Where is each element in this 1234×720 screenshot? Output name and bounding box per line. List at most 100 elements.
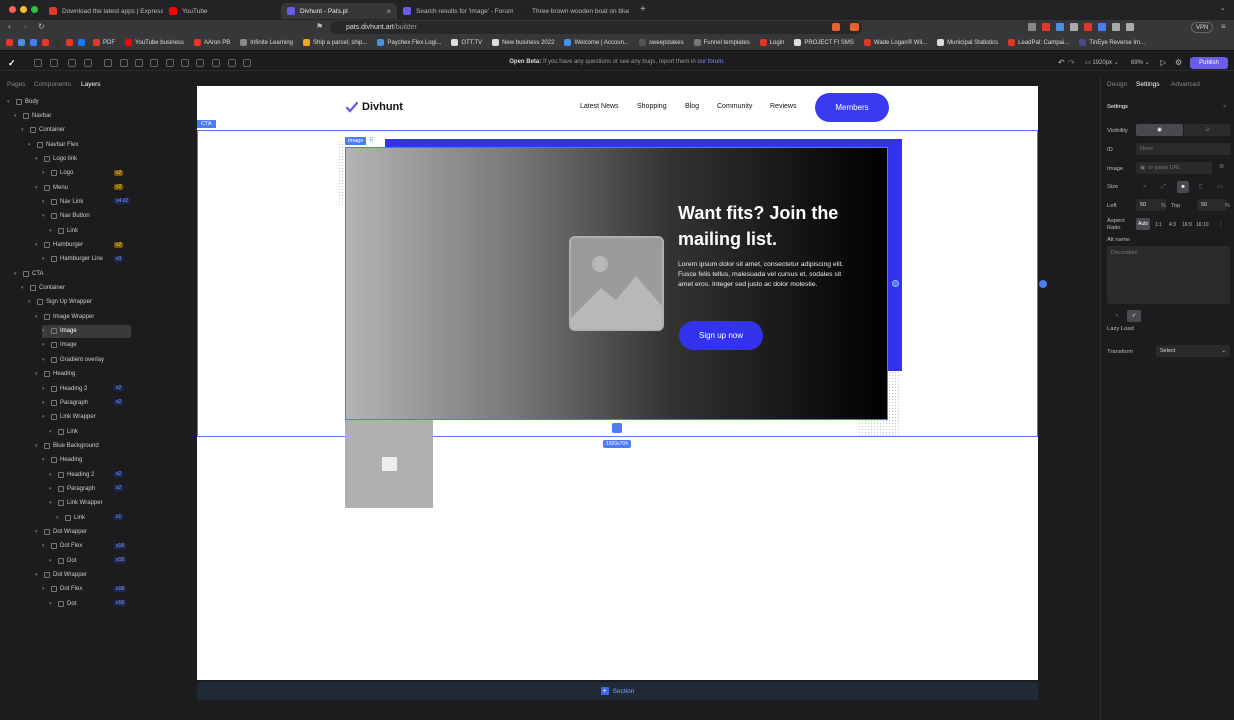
- caret-down-icon[interactable]: ▾: [49, 500, 55, 506]
- members-button[interactable]: Members: [815, 93, 889, 122]
- bookmark-item[interactable]: AAron PB: [193, 39, 230, 46]
- caret-down-icon[interactable]: ▾: [49, 486, 55, 492]
- lazy-on-check-icon[interactable]: ✓: [1127, 310, 1141, 322]
- bookmark-item[interactable]: PDF: [93, 39, 115, 46]
- tab-components[interactable]: Components: [34, 81, 71, 88]
- tab-layers[interactable]: Layers: [81, 81, 101, 88]
- close-icon[interactable]: ×: [1223, 104, 1226, 110]
- layer-item[interactable]: ▾ Image: [42, 324, 131, 338]
- tab-pages[interactable]: Pages: [7, 81, 25, 88]
- caret-down-icon[interactable]: ▾: [49, 558, 55, 564]
- url-bar[interactable]: pats.divhunt.art/builder: [330, 21, 862, 34]
- bookmark-item[interactable]: Wade Logan® Wil...: [863, 39, 927, 46]
- bookmark-item[interactable]: Login: [759, 39, 784, 46]
- zoom-select[interactable]: 69% ⌄: [1131, 59, 1150, 66]
- sign-up-button[interactable]: Sign up now: [679, 321, 763, 350]
- layer-item[interactable]: ▾ Link: [49, 425, 131, 438]
- caret-down-icon[interactable]: ▾: [28, 299, 34, 305]
- caret-down-icon[interactable]: ▾: [42, 543, 48, 549]
- cta-paragraph[interactable]: Lorem ipsum dolor sit amet, consectetur …: [678, 260, 858, 289]
- aspect-auto-option[interactable]: Auto: [1136, 218, 1150, 230]
- tab-settings[interactable]: Settings: [1136, 81, 1160, 88]
- lazy-off-icon[interactable]: ×: [1115, 313, 1118, 319]
- nav-link-shopping[interactable]: Shopping: [637, 103, 667, 110]
- caret-down-icon[interactable]: ▾: [35, 242, 41, 248]
- caret-down-icon[interactable]: ▾: [42, 386, 48, 392]
- caret-down-icon[interactable]: ▾: [28, 142, 34, 148]
- bookmark-item[interactable]: New business 2022: [492, 39, 554, 46]
- aspect-1-1-option[interactable]: 1:1: [1155, 222, 1162, 228]
- brave-shield-icon[interactable]: [832, 23, 840, 31]
- aspect-16-9-option[interactable]: 16:9: [1182, 222, 1192, 228]
- nav-link-community[interactable]: Community: [717, 103, 752, 110]
- layer-item[interactable]: ▾ Heading: [42, 454, 131, 467]
- layer-item[interactable]: ▾ Image Wrapper: [35, 310, 131, 323]
- vpn-button[interactable]: VPN: [1191, 22, 1214, 33]
- aspect-4-3-option[interactable]: 4:3: [1169, 222, 1176, 228]
- publish-button[interactable]: Publish: [1190, 57, 1228, 69]
- caret-down-icon[interactable]: ▾: [49, 601, 55, 607]
- bookmark-icon[interactable]: ⚑: [316, 22, 323, 31]
- caret-down-icon[interactable]: ▾: [42, 342, 48, 348]
- undo-icon[interactable]: ↶: [1058, 58, 1065, 67]
- browser-tab[interactable]: YouTube: [163, 3, 277, 19]
- caret-down-icon[interactable]: ▾: [35, 443, 41, 449]
- tab-design[interactable]: Design: [1107, 81, 1127, 88]
- browser-tab[interactable]: Three brown wooden boat on blue: [513, 3, 629, 19]
- bookmark-item[interactable]: LeadPal: Campai...: [1008, 39, 1069, 46]
- size-none-icon[interactable]: ×: [1143, 184, 1146, 190]
- size-contain-icon[interactable]: ▯: [1199, 184, 1202, 190]
- layer-item[interactable]: ▾ Sign Up Wrapper: [28, 296, 131, 309]
- menu-icon[interactable]: ≡: [1221, 22, 1226, 31]
- new-tab-button[interactable]: +: [640, 4, 646, 15]
- bookmark-item[interactable]: TinEye Reverse Im...: [1079, 39, 1145, 46]
- layer-item[interactable]: ▾ Logo link: [35, 152, 131, 165]
- caret-down-icon[interactable]: ▾: [42, 457, 48, 463]
- nav-link-blog[interactable]: Blog: [685, 103, 699, 110]
- settings-gear-icon[interactable]: ⚙: [1175, 58, 1182, 67]
- alt-name-textarea[interactable]: Decoration: [1107, 246, 1230, 304]
- id-input[interactable]: None: [1136, 143, 1231, 155]
- browser-tab[interactable]: Download the latest apps | Expresso: [43, 3, 163, 19]
- layer-item[interactable]: ▾ Link: [49, 224, 131, 237]
- layer-item[interactable]: ▾ Link Wrapper: [49, 497, 131, 510]
- caret-down-icon[interactable]: ▾: [49, 429, 55, 435]
- tab-advanced[interactable]: Advanced: [1171, 81, 1200, 88]
- bookmark-item[interactable]: sweepstakes: [638, 39, 684, 46]
- caret-down-icon[interactable]: ▾: [42, 328, 48, 334]
- caret-down-icon[interactable]: ▾: [35, 371, 41, 377]
- nav-link-reviews[interactable]: Reviews: [770, 103, 796, 110]
- caret-down-icon[interactable]: ▾: [49, 472, 55, 478]
- layer-item[interactable]: ▾ Navbar Flex: [28, 138, 131, 151]
- site-logo[interactable]: Divhunt: [346, 101, 403, 113]
- secondary-image[interactable]: [345, 420, 433, 508]
- caret-down-icon[interactable]: ▾: [42, 199, 48, 205]
- close-window-button[interactable]: [9, 6, 16, 13]
- caret-down-icon[interactable]: ▾: [42, 213, 48, 219]
- top-input[interactable]: 50: [1197, 199, 1227, 211]
- forward-icon[interactable]: ›: [24, 22, 27, 31]
- forum-link[interactable]: our forum.: [697, 59, 724, 65]
- layer-item[interactable]: ▾ Gradient overlay: [42, 353, 131, 366]
- layer-item[interactable]: ▾ Blue Background: [35, 439, 131, 452]
- caret-down-icon[interactable]: ▾: [7, 99, 13, 105]
- visibility-show-toggle[interactable]: ◉: [1136, 124, 1183, 136]
- layer-item[interactable]: ▾ Nav Button: [42, 210, 131, 223]
- tab-list-chevron-icon[interactable]: ⌄: [1220, 4, 1226, 12]
- bookmark-item[interactable]: Municipal Statistics: [937, 39, 998, 46]
- bottom-resize-handle[interactable]: [612, 423, 622, 433]
- clear-image-icon[interactable]: ⊘: [1219, 164, 1224, 170]
- preview-play-icon[interactable]: ▷: [1160, 58, 1166, 67]
- layer-item[interactable]: ▾ Container: [21, 282, 131, 295]
- visibility-hide-toggle[interactable]: ⊘: [1184, 124, 1231, 136]
- size-fill-icon[interactable]: ▭: [1217, 184, 1222, 190]
- bookmark-item[interactable]: Welcome | Accoun...: [564, 39, 629, 46]
- aspect-16-10-option[interactable]: 16:10: [1196, 222, 1209, 228]
- caret-down-icon[interactable]: ▾: [21, 285, 27, 291]
- viewport-select[interactable]: ▭ 1920px ⌄: [1085, 59, 1119, 66]
- browser-tab[interactable]: Search results for 'image' - Forum: [397, 3, 513, 19]
- layer-item[interactable]: ▾ Container: [21, 124, 131, 137]
- layer-item[interactable]: ▾ Dot Wrapper: [35, 526, 131, 539]
- bookmark-item[interactable]: Paychex Flex Logi...: [377, 39, 441, 46]
- caret-down-icon[interactable]: ▾: [21, 127, 27, 133]
